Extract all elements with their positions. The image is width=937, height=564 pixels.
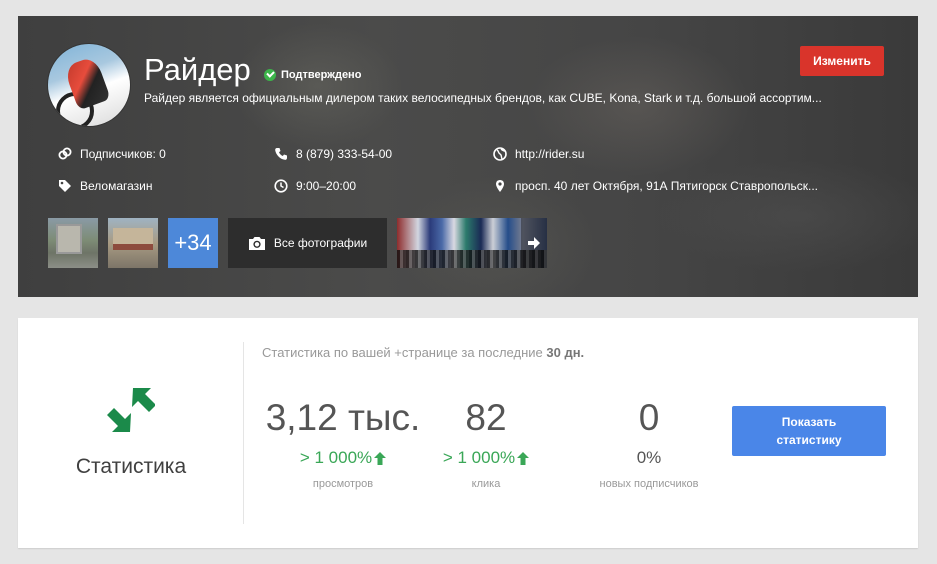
followers-info: Подписчиков: 0 <box>58 147 166 161</box>
map-pin-icon <box>496 180 504 192</box>
more-photos-tile[interactable]: +34 <box>168 218 218 268</box>
panorama-thumbnail[interactable] <box>397 218 547 268</box>
hours-info: 9:00–20:00 <box>274 179 356 193</box>
metric-change-value: > 1 000% <box>442 448 516 467</box>
metric-caption: новых подписчиков <box>599 478 699 490</box>
metric-change-value: > 1 000% <box>299 448 373 467</box>
stats-period: Статистика по вашей +странице за последн… <box>262 345 584 360</box>
stats-arrows-icon <box>107 388 155 432</box>
photo-thumbnail[interactable] <box>48 218 98 268</box>
tag-icon <box>59 180 71 192</box>
address-info: просп. 40 лет Октября, 91А Пятигорск Ста… <box>493 179 818 193</box>
verified-label: Подтверждено <box>281 69 362 81</box>
clock-icon <box>274 179 288 193</box>
verified-badge: Подтверждено <box>264 69 361 81</box>
metric-caption: клика <box>471 478 501 490</box>
page-title: Райдер <box>144 52 251 87</box>
globe-icon <box>493 147 507 161</box>
phone-info: 8 (879) 333-54-00 <box>274 147 392 161</box>
phone-icon <box>275 148 287 160</box>
period-prefix: Статистика по вашей +странице за последн… <box>262 345 543 360</box>
metric-value: 82 <box>465 397 507 438</box>
up-arrow-icon <box>517 451 530 465</box>
category-label[interactable]: Веломагазин <box>80 179 153 193</box>
page-description: Райдер является официальным дилером таки… <box>144 91 822 105</box>
photo-thumbnail[interactable] <box>108 218 158 268</box>
all-photos-label: Все фотографии <box>273 236 368 250</box>
address-label[interactable]: просп. 40 лет Октября, 91А Пятигорск Ста… <box>515 179 818 193</box>
people-icon <box>58 147 72 160</box>
show-stats-button[interactable]: Показать статистику <box>732 406 886 456</box>
camera-icon <box>248 237 265 250</box>
check-icon <box>264 69 276 81</box>
metric-change: > 1 000% <box>426 446 546 470</box>
metric-change-value: 0% <box>636 448 662 467</box>
up-arrow-icon <box>374 451 387 465</box>
phone-number[interactable]: 8 (879) 333-54-00 <box>296 147 392 161</box>
edit-button[interactable]: Изменить <box>800 46 884 76</box>
arrow-right-icon[interactable] <box>521 218 547 268</box>
metric-caption: просмотров <box>312 478 374 490</box>
divider <box>243 342 244 524</box>
avatar[interactable] <box>48 44 130 126</box>
followers-count: Подписчиков: 0 <box>80 147 166 161</box>
website-info: http://rider.su <box>493 147 584 161</box>
metric-value: 0 <box>638 397 660 438</box>
category-info: Веломагазин <box>58 179 153 193</box>
metric-views: 3,12 тыс. > 1 000% просмотров <box>262 396 424 490</box>
stats-label: Статистика <box>75 455 187 478</box>
metric-new-followers: 0 0% новых подписчиков <box>578 396 720 490</box>
metric-value: 3,12 тыс. <box>265 397 421 438</box>
profile-header: Райдер Подтверждено Райдер является офиц… <box>18 16 918 297</box>
metric-change: 0% <box>578 446 720 470</box>
metric-change: > 1 000% <box>262 446 424 470</box>
hours-label: 9:00–20:00 <box>296 179 357 193</box>
period-value: 30 дн. <box>546 345 585 360</box>
metric-clicks: 82 > 1 000% клика <box>426 396 546 490</box>
all-photos-button[interactable]: Все фотографии <box>228 218 387 268</box>
website-link[interactable]: http://rider.su <box>515 147 584 161</box>
stats-card: Статистика Статистика по вашей +странице… <box>18 318 918 548</box>
